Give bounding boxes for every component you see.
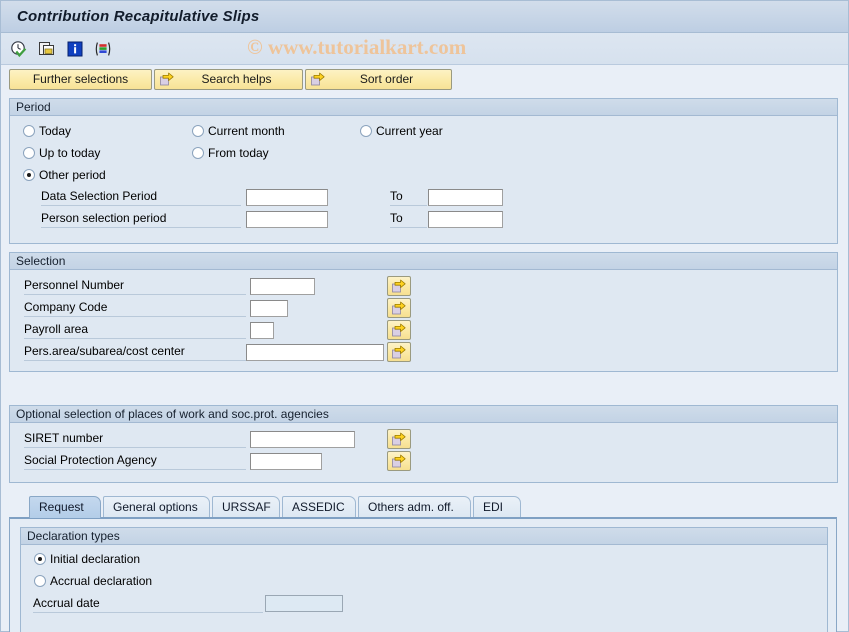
optional-selection-panel: Optional selection of places of work and… — [9, 405, 838, 483]
tab-edi[interactable]: EDI — [473, 496, 521, 518]
company-code-multiple-selection-button[interactable] — [387, 298, 411, 318]
selection-screen-button-row: Further selections Search helps Sort ord… — [9, 67, 848, 91]
optional-selection-panel-header: Optional selection of places of work and… — [10, 406, 837, 423]
yellow-arrow-icon — [392, 323, 406, 337]
radio-label: Current year — [376, 124, 443, 138]
social-protection-agency-input[interactable] — [250, 453, 322, 470]
window-title-bar: Contribution Recapitulative Slips — [1, 1, 848, 33]
radio-button[interactable] — [360, 125, 372, 137]
radio-from-today[interactable]: From today — [192, 146, 269, 160]
yellow-arrow-icon — [392, 345, 406, 359]
period-panel-header: Period — [10, 99, 837, 116]
radio-button[interactable] — [23, 125, 35, 137]
tab-label: ASSEDIC — [292, 500, 345, 514]
person-selection-period-to-label: To — [390, 211, 427, 228]
tab-content-request: Declaration types Initial declaration Ac… — [9, 517, 837, 632]
siret-number-multiple-selection-button[interactable] — [387, 429, 411, 449]
selection-panel-header: Selection — [10, 253, 837, 270]
radio-button[interactable] — [192, 125, 204, 137]
person-selection-period-label: Person selection period — [41, 211, 241, 228]
selection-panel: Selection Personnel Number Company Code — [9, 252, 838, 372]
copy-variant-icon[interactable] — [37, 39, 57, 59]
personnel-number-multiple-selection-button[interactable] — [387, 276, 411, 296]
yellow-arrow-icon — [392, 432, 406, 446]
radio-current-year[interactable]: Current year — [360, 124, 443, 138]
radio-current-month[interactable]: Current month — [192, 124, 285, 138]
radio-other-period[interactable]: Other period — [23, 168, 106, 182]
data-selection-period-label: Data Selection Period — [41, 189, 241, 206]
radio-today[interactable]: Today — [23, 124, 71, 138]
yellow-arrow-icon — [310, 71, 326, 87]
payroll-area-input[interactable] — [250, 322, 274, 339]
radio-button[interactable] — [23, 169, 35, 181]
sort-order-button[interactable]: Sort order — [305, 68, 452, 90]
payroll-area-label: Payroll area — [24, 322, 246, 339]
person-selection-period-to-input[interactable] — [428, 211, 503, 228]
page-title: Contribution Recapitulative Slips — [17, 8, 260, 25]
yellow-arrow-icon — [392, 301, 406, 315]
radio-button[interactable] — [34, 553, 46, 565]
tab-label: General options — [113, 500, 198, 514]
radio-accrual-declaration[interactable]: Accrual declaration — [34, 574, 152, 588]
pers-area-subarea-cost-center-input[interactable] — [246, 344, 384, 361]
tab-label: EDI — [483, 500, 504, 514]
tab-label: URSSAF — [222, 500, 271, 514]
radio-up-to-today[interactable]: Up to today — [23, 146, 100, 160]
execute-clock-check-icon[interactable] — [9, 39, 29, 59]
tab-request[interactable]: Request — [29, 496, 101, 518]
tab-others-adm-off[interactable]: Others adm. off. — [358, 496, 471, 518]
pers-area-subarea-cost-center-label: Pers.area/subarea/cost center — [24, 344, 246, 361]
radio-label: From today — [208, 146, 269, 160]
search-helps-button[interactable]: Search helps — [154, 68, 303, 90]
information-icon[interactable] — [65, 39, 85, 59]
tab-urssaf[interactable]: URSSAF — [212, 496, 280, 518]
data-selection-period-to-label: To — [390, 189, 427, 206]
yellow-arrow-icon — [392, 279, 406, 293]
radio-label: Accrual declaration — [50, 574, 153, 588]
color-bars-icon[interactable] — [93, 39, 113, 59]
radio-label: Today — [39, 124, 72, 138]
tab-strip: Request General options URSSAF ASSEDIC O… — [9, 496, 837, 518]
radio-initial-declaration[interactable]: Initial declaration — [34, 552, 140, 566]
personnel-number-label: Personnel Number — [24, 278, 246, 295]
further-selections-button[interactable]: Further selections — [9, 68, 152, 90]
radio-button[interactable] — [192, 147, 204, 159]
siret-number-label: SIRET number — [24, 431, 246, 448]
site-watermark: © www.tutorialkart.com — [247, 35, 467, 59]
personnel-number-input[interactable] — [250, 278, 315, 295]
sap-selection-screen: Contribution Recapitulative Slips © www.… — [0, 0, 849, 632]
payroll-area-multiple-selection-button[interactable] — [387, 320, 411, 340]
pers-area-subarea-cost-center-multiple-selection-button[interactable] — [387, 342, 411, 362]
siret-number-input[interactable] — [250, 431, 355, 448]
radio-button[interactable] — [34, 575, 46, 587]
company-code-label: Company Code — [24, 300, 246, 317]
radio-label: Initial declaration — [50, 552, 141, 566]
yellow-arrow-icon — [159, 71, 175, 87]
sort-order-label: Sort order — [359, 72, 414, 86]
yellow-arrow-icon — [392, 454, 406, 468]
social-protection-agency-label: Social Protection Agency — [24, 453, 246, 470]
further-selections-label: Further selections — [32, 72, 129, 86]
tab-label: Others adm. off. — [368, 500, 454, 514]
data-selection-period-to-input[interactable] — [428, 189, 503, 206]
accrual-date-label: Accrual date — [33, 596, 263, 613]
icon-toolbar: © www.tutorialkart.com — [1, 33, 848, 65]
data-selection-period-from-input[interactable] — [246, 189, 328, 206]
declaration-types-panel-header: Declaration types — [21, 528, 827, 545]
radio-label: Current month — [208, 124, 285, 138]
radio-label: Up to today — [39, 146, 101, 160]
tab-general-options[interactable]: General options — [103, 496, 210, 518]
radio-label: Other period — [39, 168, 106, 182]
declaration-types-panel: Declaration types Initial declaration Ac… — [20, 527, 828, 632]
person-selection-period-from-input[interactable] — [246, 211, 328, 228]
company-code-input[interactable] — [250, 300, 288, 317]
search-helps-label: Search helps — [201, 72, 272, 86]
radio-button[interactable] — [23, 147, 35, 159]
accrual-date-input[interactable] — [265, 595, 343, 612]
tab-assedic[interactable]: ASSEDIC — [282, 496, 356, 518]
social-protection-agency-multiple-selection-button[interactable] — [387, 451, 411, 471]
tab-label: Request — [39, 500, 84, 514]
period-panel: Period Today Current month Current year … — [9, 98, 838, 244]
